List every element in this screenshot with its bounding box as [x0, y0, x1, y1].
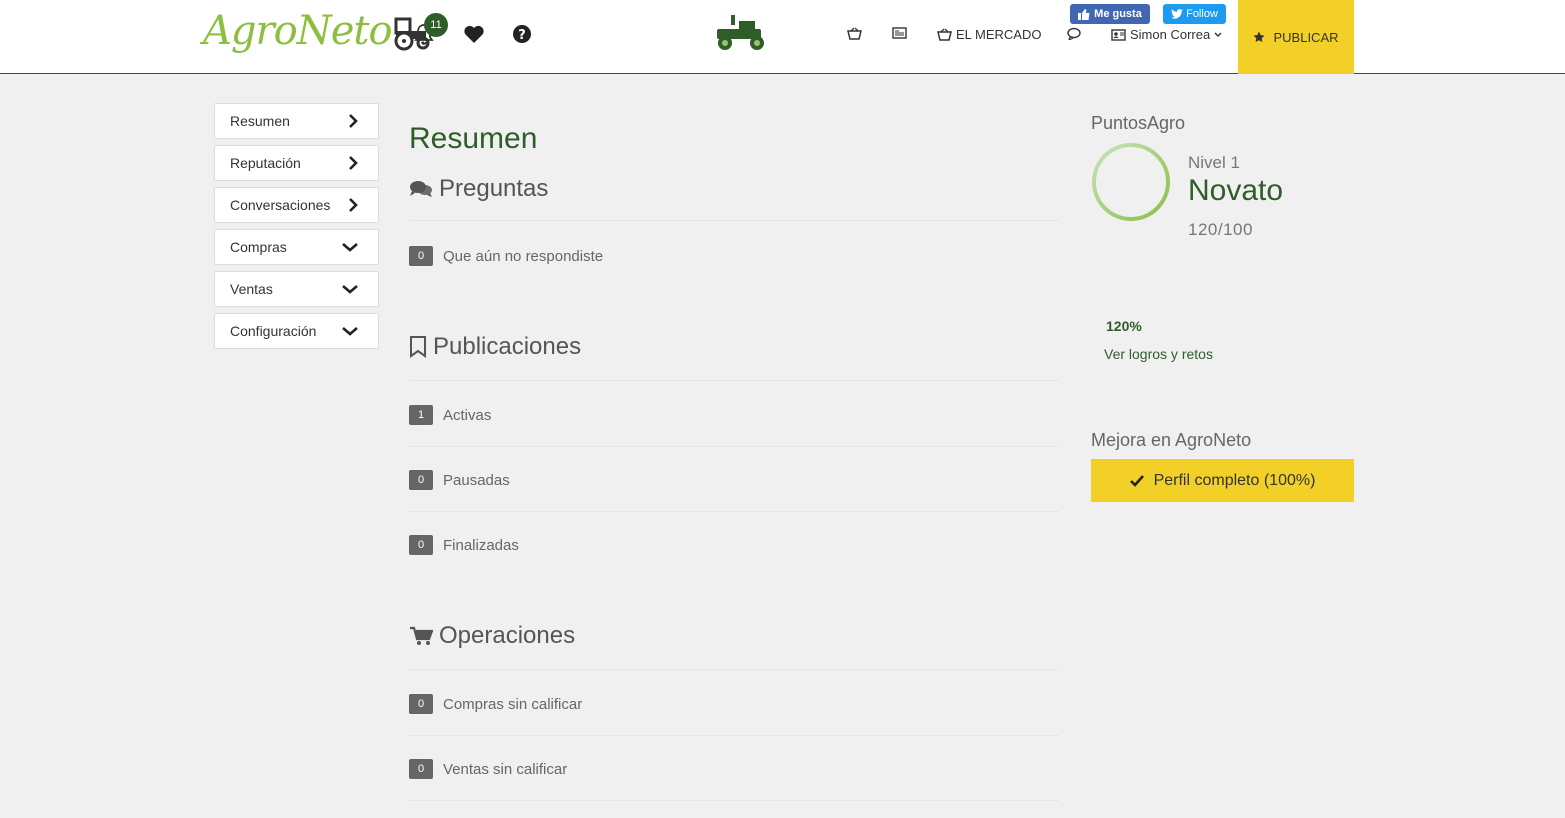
comments-icon	[410, 181, 432, 197]
divider	[409, 511, 1059, 512]
list-item[interactable]: 0 Compras sin calificar	[409, 694, 582, 714]
operaciones-title: Operaciones	[439, 622, 576, 649]
facebook-like-button[interactable]: Me gusta	[1070, 4, 1150, 24]
heart-icon[interactable]	[462, 22, 486, 46]
count-badge: 0	[409, 535, 433, 555]
page-title: Resumen	[409, 122, 538, 155]
sidebar-item-label: Configuración	[230, 323, 317, 339]
divider	[409, 220, 1059, 221]
chevron-down-icon	[342, 243, 358, 252]
user-menu[interactable]: Simon Correa	[1111, 27, 1222, 42]
list-item[interactable]: 0 Que aún no respondiste	[409, 246, 603, 266]
row-label: Que aún no respondiste	[443, 247, 604, 265]
rank-label: Novato	[1188, 174, 1284, 207]
twitter-follow-label: Follow	[1186, 8, 1218, 20]
points-value: 120/100	[1188, 220, 1253, 239]
facebook-like-label: Me gusta	[1094, 8, 1142, 20]
row-label: Ventas sin calificar	[443, 760, 568, 778]
sidebar-item-resumen[interactable]: Resumen	[214, 103, 379, 139]
thumbs-up-icon	[1078, 8, 1090, 20]
count-badge: 0	[409, 759, 433, 779]
sidebar-item-label: Resumen	[230, 113, 290, 129]
perfil-completo-button[interactable]: Perfil completo (100%)	[1091, 459, 1354, 502]
operaciones-heading: Operaciones	[409, 622, 575, 650]
id-card-icon	[1111, 28, 1126, 41]
publicaciones-heading: Publicaciones	[409, 333, 581, 361]
top-header: AgroNeto 11 ? EL MERCADO Simon Correa Me…	[0, 0, 1565, 74]
publicar-button[interactable]: PUBLICAR	[1238, 0, 1354, 74]
chevron-down-icon	[342, 285, 358, 294]
row-label: Finalizadas	[443, 536, 519, 554]
divider	[409, 446, 1059, 447]
publicaciones-title: Publicaciones	[433, 333, 582, 360]
sidebar-item-label: Compras	[230, 239, 287, 255]
row-label: Compras sin calificar	[443, 695, 583, 713]
sidebar-item-label: Reputación	[230, 155, 301, 171]
sidebar-item-label: Conversaciones	[230, 197, 331, 213]
perfil-completo-label: Perfil completo (100%)	[1153, 471, 1316, 489]
row-label: Pausadas	[443, 471, 510, 489]
chat-icon[interactable]	[1067, 27, 1082, 40]
sidebar-item-reputacion[interactable]: Reputación	[214, 145, 379, 181]
row-label: Activas	[443, 406, 492, 424]
chevron-right-icon	[349, 156, 358, 170]
el-mercado-link[interactable]: EL MERCADO	[937, 27, 1041, 42]
logros-link[interactable]: Ver logros y retos	[1104, 346, 1213, 362]
cart-icon	[410, 626, 433, 645]
sidebar-menu: Resumen Reputación Conversaciones Compra…	[214, 103, 379, 355]
divider	[409, 380, 1059, 381]
chevron-right-icon	[349, 114, 358, 128]
newspaper-icon[interactable]	[892, 27, 907, 39]
help-icon[interactable]: ?	[510, 22, 534, 46]
chevron-down-icon	[342, 327, 358, 336]
count-badge: 0	[409, 246, 433, 266]
sidebar-item-conversaciones[interactable]: Conversaciones	[214, 187, 379, 223]
count-badge: 0	[409, 694, 433, 714]
sidebar-item-configuracion[interactable]: Configuración	[214, 313, 379, 349]
basket-icon[interactable]	[847, 27, 862, 40]
basket-icon	[937, 28, 952, 41]
chevron-right-icon	[349, 198, 358, 212]
divider	[409, 669, 1059, 670]
svg-text:?: ?	[518, 28, 526, 43]
preguntas-title: Preguntas	[439, 175, 549, 202]
percent-value: 120%	[1106, 318, 1142, 334]
tractor-icon[interactable]	[713, 13, 767, 58]
level-progress-ring	[1091, 142, 1173, 229]
mejora-title: Mejora en AgroNeto	[1091, 430, 1252, 450]
twitter-bird-icon	[1171, 9, 1184, 19]
preguntas-heading: Preguntas	[409, 175, 548, 203]
el-mercado-label: EL MERCADO	[956, 27, 1042, 42]
puntos-title: PuntosAgro	[1091, 113, 1186, 133]
count-badge: 0	[409, 470, 433, 490]
star-icon	[1253, 31, 1265, 42]
count-badge: 1	[409, 405, 433, 425]
chevron-down-icon	[1214, 32, 1222, 37]
bookmark-icon	[410, 336, 426, 358]
sidebar-item-compras[interactable]: Compras	[214, 229, 379, 265]
logo-text: AgroNeto	[203, 8, 393, 54]
nivel-label: Nivel 1	[1188, 153, 1240, 172]
twitter-follow-button[interactable]: Follow	[1163, 4, 1226, 24]
list-item[interactable]: 0 Finalizadas	[409, 535, 519, 555]
notification-badge: 11	[424, 13, 448, 37]
list-item[interactable]: 0 Pausadas	[409, 470, 510, 490]
publicar-label: PUBLICAR	[1273, 29, 1339, 45]
divider	[409, 735, 1059, 736]
list-item[interactable]: 1 Activas	[409, 405, 491, 425]
divider	[409, 800, 1059, 801]
list-item[interactable]: 0 Ventas sin calificar	[409, 759, 567, 779]
user-name: Simon Correa	[1130, 27, 1211, 42]
check-icon	[1129, 474, 1144, 487]
sidebar-item-label: Ventas	[230, 281, 273, 297]
sidebar-item-ventas[interactable]: Ventas	[214, 271, 379, 307]
agroneto-logo[interactable]: AgroNeto	[203, 8, 432, 54]
